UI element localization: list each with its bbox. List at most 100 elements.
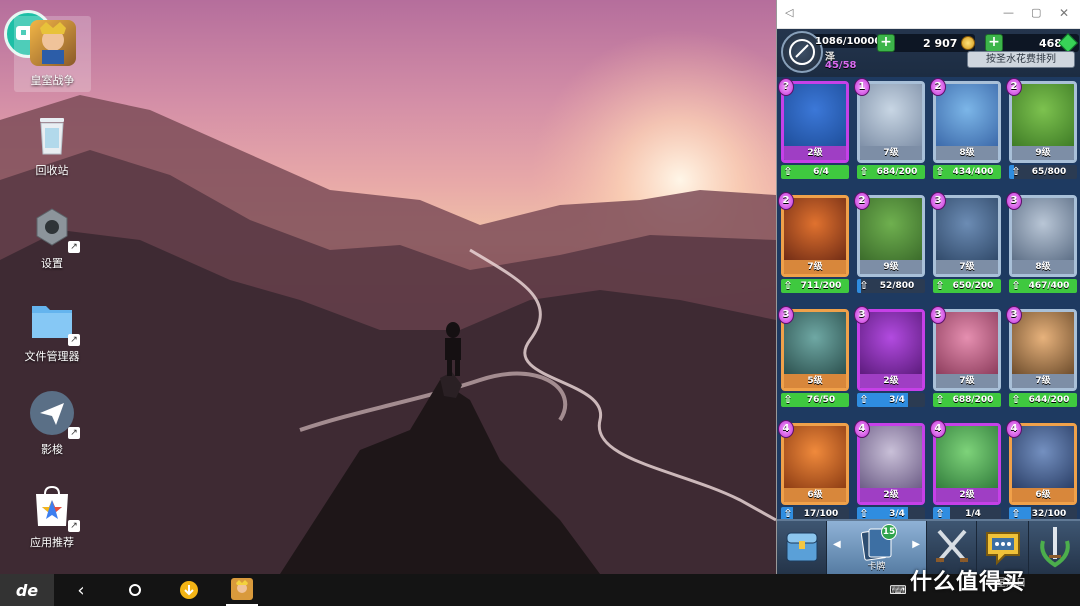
tab-tournaments[interactable] [1029, 521, 1080, 574]
maximize-icon[interactable]: ▢ [1031, 6, 1041, 19]
card-progress-text: 6/4 [813, 167, 829, 177]
left-arrow-icon[interactable]: ◀ [833, 539, 841, 550]
watermark-text: 什么值得买 [910, 570, 1026, 595]
card-progress-text: 650/200 [952, 281, 994, 291]
card-level: 8级 [936, 146, 998, 160]
elixir-cost-badge: 3 [1006, 306, 1022, 324]
card-progress-text: 65/800 [1031, 167, 1067, 177]
card-level: 6级 [1012, 488, 1074, 502]
elixir-cost-badge: 2 [778, 192, 794, 210]
close-icon[interactable]: ✕ [1059, 6, 1069, 20]
card-progress-text: 711/200 [800, 281, 842, 291]
desktop-icon-label: 应用推荐 [30, 536, 74, 549]
add-gems-button[interactable]: + [985, 34, 1003, 52]
archers-art-icon [936, 312, 998, 376]
level-progress: 45/58 [825, 60, 857, 71]
elixir-cost-badge: ? [778, 78, 794, 96]
card-cannon[interactable]: 7级 3 ⇧ 650/200 [930, 192, 1001, 295]
card-progress-bar: ⇧ 65/800 [1009, 165, 1077, 179]
home-circle-icon[interactable] [120, 574, 150, 606]
keyboard-icon[interactable]: ⌨ [888, 574, 908, 606]
card-progress-text: 52/800 [879, 281, 915, 291]
elixir-cost-badge: 3 [778, 306, 794, 324]
start-label: de [15, 580, 39, 600]
card-progress-bar: ⇧ 76/50 [781, 393, 849, 407]
card-knight[interactable]: 7级 3 ⇧ 644/200 [1006, 306, 1077, 409]
card-baby-dragon[interactable]: 2级 4 ⇧ 1/4 [930, 420, 1001, 523]
shortcut-arrow-icon: ↗ [68, 520, 80, 532]
card-goblin[interactable]: 9级 2 ⇧ 65/800 [1006, 78, 1077, 181]
card-progress-bar: ⇧ 52/800 [857, 279, 925, 293]
back-icon[interactable]: ‹ [66, 574, 96, 606]
desktop-icon-app-recommend[interactable]: ↗ 应用推荐 [14, 484, 90, 550]
card-zap[interactable]: 8级 2 ⇧ 434/400 [930, 78, 1001, 181]
card-progress-text: 644/200 [1028, 395, 1070, 405]
card-progress-bar: ⇧ 644/200 [1009, 393, 1077, 407]
valkyrie-art-icon [784, 426, 846, 490]
card-progress-bar: ⇧ 688/200 [933, 393, 1001, 407]
elixir-cost-badge: 1 [854, 78, 870, 96]
card-mini-pekka[interactable]: 6级 4 ⇧ 32/100 [1006, 420, 1077, 523]
gold-coin-icon [961, 36, 975, 50]
card-skeletons[interactable]: 7级 1 ⇧ 684/200 [854, 78, 925, 181]
card-progress-bar: ⇧ 3/4 [857, 393, 925, 407]
new-cards-badge: 15 [881, 524, 897, 540]
tab-shop[interactable] [777, 521, 827, 574]
card-mirror[interactable]: 2级? ⇧ 6/4 [778, 78, 849, 181]
start-button[interactable]: de [0, 574, 54, 606]
card-level: 6级 [784, 488, 846, 502]
settings-gear-icon: ↗ [30, 205, 80, 253]
elixir-cost-badge: 4 [778, 420, 794, 438]
card-progress-bar: ⇧ 467/400 [1009, 279, 1077, 293]
card-valkyrie[interactable]: 6级 4 ⇧ 17/100 [778, 420, 849, 523]
cannon-art-icon [936, 198, 998, 262]
card-progress-text: 3/4 [889, 395, 905, 405]
desktop-icon-file-manager[interactable]: ↗ 文件管理器 [14, 298, 90, 364]
baby-dragon-art-icon [936, 426, 998, 490]
game-area: 1086/10000 泽 45/58 + 2 907 + 468 按圣水花费排列… [777, 29, 1080, 574]
card-level: 7级 [860, 146, 922, 160]
back-triangle-icon[interactable]: ◁ [785, 6, 793, 19]
card-poison[interactable]: 2级 3 ⇧ 3/4 [854, 306, 925, 409]
card-spear-goblin[interactable]: 9级 2 ⇧ 52/800 [854, 192, 925, 295]
mirror-art-icon [784, 84, 846, 148]
card-progress-bar: ⇧ 650/200 [933, 279, 1001, 293]
elixir-cost-badge: 4 [1006, 420, 1022, 438]
skeletons-art-icon [860, 84, 922, 148]
desktop-icon-recycle-bin[interactable]: 回收站 [14, 112, 90, 178]
elixir-cost-badge: 2 [1006, 78, 1022, 96]
mini-pekka-art-icon [1012, 426, 1074, 490]
app-store-bag-icon: ↗ [30, 484, 80, 532]
minimize-icon[interactable]: — [1003, 6, 1014, 19]
card-progress-bar: ⇧ 684/200 [857, 165, 925, 179]
add-coins-button[interactable]: + [877, 34, 895, 52]
treasure-chest-icon [786, 532, 818, 562]
card-progress-bar: ⇧ 434/400 [933, 165, 1001, 179]
clash-royale-icon [231, 578, 253, 600]
graveyard-art-icon [784, 312, 846, 376]
card-archers[interactable]: 7级 3 ⇧ 688/200 [930, 306, 1001, 409]
clash-royale-window: ◁ — ▢ ✕ 1086/10000 泽 45/58 + 2 907 + 468… [776, 0, 1080, 574]
card-level: 7级 [1012, 374, 1074, 388]
desktop-icon-clash-royale[interactable]: 皇室战争 [14, 16, 91, 92]
spear-goblin-art-icon [860, 198, 922, 262]
zap-art-icon [936, 84, 998, 148]
desktop-icon-settings[interactable]: ↗ 设置 [14, 205, 90, 271]
sort-by-elixir-button[interactable]: 按圣水花费排列 [967, 51, 1075, 68]
shortcut-arrow-icon: ↗ [68, 241, 80, 253]
card-level: 2级 [784, 146, 846, 160]
card-level: 2级 [860, 488, 922, 502]
desktop-icon-shadowsocks[interactable]: ↗ 影梭 [14, 391, 90, 457]
card-graveyard[interactable]: 5级 3 ⇧ 76/50 [778, 306, 849, 409]
taskbar-clash-royale[interactable] [226, 574, 258, 606]
right-arrow-icon[interactable]: ▶ [912, 539, 920, 550]
skeleton-army-art-icon [860, 426, 922, 490]
card-level: 9级 [860, 260, 922, 274]
card-bomber[interactable]: 8级 3 ⇧ 467/400 [1006, 192, 1077, 295]
shortcut-arrow-icon: ↗ [68, 427, 80, 439]
download-icon[interactable] [174, 574, 204, 606]
card-fire-spirits[interactable]: 7级 2 ⇧ 711/200 [778, 192, 849, 295]
card-progress-text: 467/400 [1028, 281, 1070, 291]
card-skeleton-army[interactable]: 2级 4 ⇧ 3/4 [854, 420, 925, 523]
poison-art-icon [860, 312, 922, 376]
